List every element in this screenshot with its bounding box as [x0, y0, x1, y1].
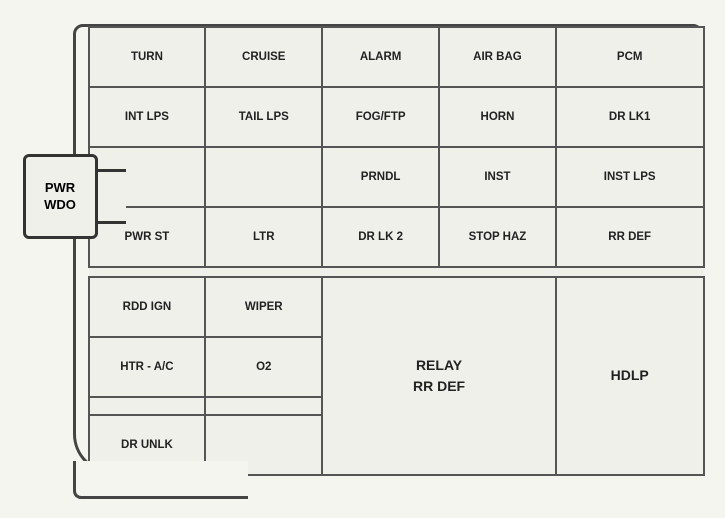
fuse-cell-instlps: INST LPS [556, 147, 704, 207]
connector-pipe [96, 169, 126, 224]
fuse-cell-rrdef-top: RR DEF [556, 207, 704, 267]
fuse-cell-airbag: AIR BAG [439, 27, 556, 87]
fuse-row-2: INT LPS TAIL LPS FOG/FTP HORN DR LK1 [89, 87, 704, 147]
fuse-row-1: TURN CRUISE ALARM AIR BAG PCM [89, 27, 704, 87]
fuse-table-container: TURN CRUISE ALARM AIR BAG PCM INT LPS TA… [88, 26, 705, 476]
fuse-cell-drlk1: DR LK1 [556, 87, 704, 147]
fuse-cell-relay-rrdef: RELAYRR DEF [322, 277, 556, 475]
fuse-box-diagram: PWRWDO TURN CRUISE ALARM AIR BAG PCM INT… [13, 14, 713, 504]
fuse-cell-horn: HORN [439, 87, 556, 147]
bottom-cutout [73, 461, 248, 499]
fuse-grid: TURN CRUISE ALARM AIR BAG PCM INT LPS TA… [88, 26, 705, 476]
fuse-row-4: PWR ST LTR DR LK 2 STOP HAZ RR DEF [89, 207, 704, 267]
fuse-row-spacer [89, 267, 704, 277]
fuse-cell-empty-3 [89, 397, 206, 415]
fuse-cell-taillps: TAIL LPS [205, 87, 322, 147]
fuse-cell-htrac: HTR - A/C [89, 337, 206, 397]
fuse-cell-alarm: ALARM [322, 27, 439, 87]
fuse-cell-wiper: WIPER [205, 277, 322, 337]
fuse-cell-cruise: CRUISE [205, 27, 322, 87]
fuse-cell-drlk2: DR LK 2 [322, 207, 439, 267]
fuse-cell-empty-2 [205, 147, 322, 207]
fuse-cell-empty-4 [205, 397, 322, 415]
fuse-cell-rddign: RDD IGN [89, 277, 206, 337]
pwr-wdo-label: PWRWDO [44, 180, 76, 214]
pwr-wdo-cell: PWRWDO [23, 154, 98, 239]
fuse-cell-pcm: PCM [556, 27, 704, 87]
fuse-cell-prndl: PRNDL [322, 147, 439, 207]
fuse-cell-inst: INST [439, 147, 556, 207]
fuse-cell-o2: O2 [205, 337, 322, 397]
fuse-row-5: RDD IGN WIPER RELAYRR DEF HDLP [89, 277, 704, 337]
fuse-cell-fogftp: FOG/FTP [322, 87, 439, 147]
fuse-cell-hdlp: HDLP [556, 277, 704, 475]
fuse-cell-intlps: INT LPS [89, 87, 206, 147]
fuse-row-3: PRNDL INST INST LPS [89, 147, 704, 207]
fuse-cell-stophaz: STOP HAZ [439, 207, 556, 267]
fuse-cell-turn: TURN [89, 27, 206, 87]
fuse-cell-ltr: LTR [205, 207, 322, 267]
